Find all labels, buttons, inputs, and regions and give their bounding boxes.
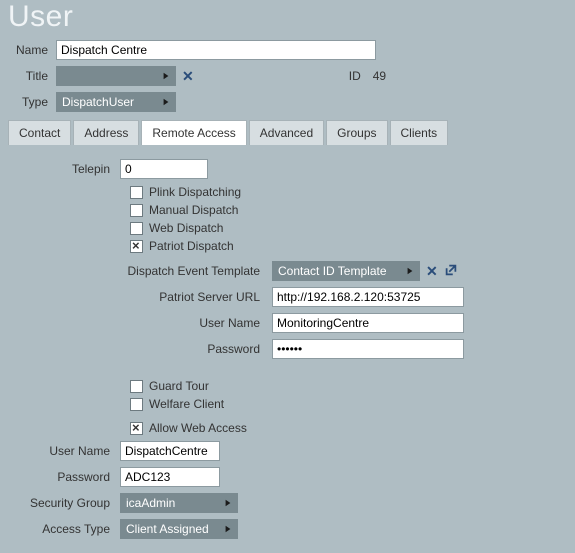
access-type-value: Client Assigned [126, 522, 209, 536]
tab-contact[interactable]: Contact [8, 120, 71, 145]
security-group-label: Security Group [8, 496, 120, 510]
access-type-dropdown[interactable]: Client Assigned [120, 519, 238, 539]
web-username-label: User Name [8, 444, 120, 458]
telepin-input[interactable] [120, 159, 208, 179]
server-url-label: Patriot Server URL [8, 290, 272, 304]
manual-dispatch-checkbox[interactable] [130, 204, 143, 217]
allow-web-access-label: Allow Web Access [149, 421, 247, 435]
tab-address[interactable]: Address [73, 120, 139, 145]
server-password-label: Password [8, 342, 272, 356]
dispatch-template-dropdown[interactable]: Contact ID Template [272, 261, 420, 281]
welfare-client-checkbox[interactable] [130, 398, 143, 411]
server-password-input[interactable] [272, 339, 464, 359]
page-title: User [8, 0, 567, 34]
type-dropdown-value: DispatchUser [62, 95, 134, 109]
tab-advanced[interactable]: Advanced [249, 120, 324, 145]
server-username-label: User Name [8, 316, 272, 330]
type-dropdown[interactable]: DispatchUser [56, 92, 176, 112]
web-password-label: Password [8, 470, 120, 484]
welfare-client-label: Welfare Client [149, 397, 224, 411]
manual-dispatch-label: Manual Dispatch [149, 203, 238, 217]
plink-dispatching-label: Plink Dispatching [149, 185, 241, 199]
id-value: 49 [373, 69, 386, 83]
dispatch-template-label: Dispatch Event Template [8, 264, 272, 278]
patriot-dispatch-label: Patriot Dispatch [149, 239, 234, 253]
tab-bar: Contact Address Remote Access Advanced G… [8, 120, 567, 145]
id-label: ID [349, 69, 361, 83]
chevron-right-icon [216, 522, 232, 536]
chevron-right-icon [216, 496, 232, 510]
patriot-dispatch-checkbox[interactable] [130, 240, 143, 253]
web-dispatch-checkbox[interactable] [130, 222, 143, 235]
chevron-right-icon [154, 69, 170, 83]
name-label: Name [8, 43, 56, 57]
web-username-input[interactable] [120, 441, 220, 461]
title-dropdown[interactable] [56, 66, 176, 86]
guard-tour-checkbox[interactable] [130, 380, 143, 393]
server-url-input[interactable] [272, 287, 464, 307]
clear-title-icon[interactable]: ✕ [182, 68, 194, 85]
clear-template-icon[interactable]: ✕ [426, 263, 438, 280]
type-label: Type [8, 95, 56, 109]
open-external-icon[interactable] [444, 263, 458, 280]
allow-web-access-checkbox[interactable] [130, 422, 143, 435]
title-label: Title [8, 69, 56, 83]
chevron-right-icon [154, 95, 170, 109]
web-password-input[interactable] [120, 467, 220, 487]
tab-groups[interactable]: Groups [326, 120, 387, 145]
security-group-dropdown[interactable]: icaAdmin [120, 493, 238, 513]
web-dispatch-label: Web Dispatch [149, 221, 223, 235]
access-type-label: Access Type [8, 522, 120, 536]
dispatch-template-value: Contact ID Template [278, 264, 387, 278]
security-group-value: icaAdmin [126, 496, 175, 510]
guard-tour-label: Guard Tour [149, 379, 209, 393]
tab-clients[interactable]: Clients [390, 120, 449, 145]
tab-remote-access[interactable]: Remote Access [141, 120, 246, 145]
chevron-right-icon [398, 264, 414, 278]
name-input[interactable] [56, 40, 376, 60]
server-username-input[interactable] [272, 313, 464, 333]
plink-dispatching-checkbox[interactable] [130, 186, 143, 199]
telepin-label: Telepin [8, 162, 120, 176]
